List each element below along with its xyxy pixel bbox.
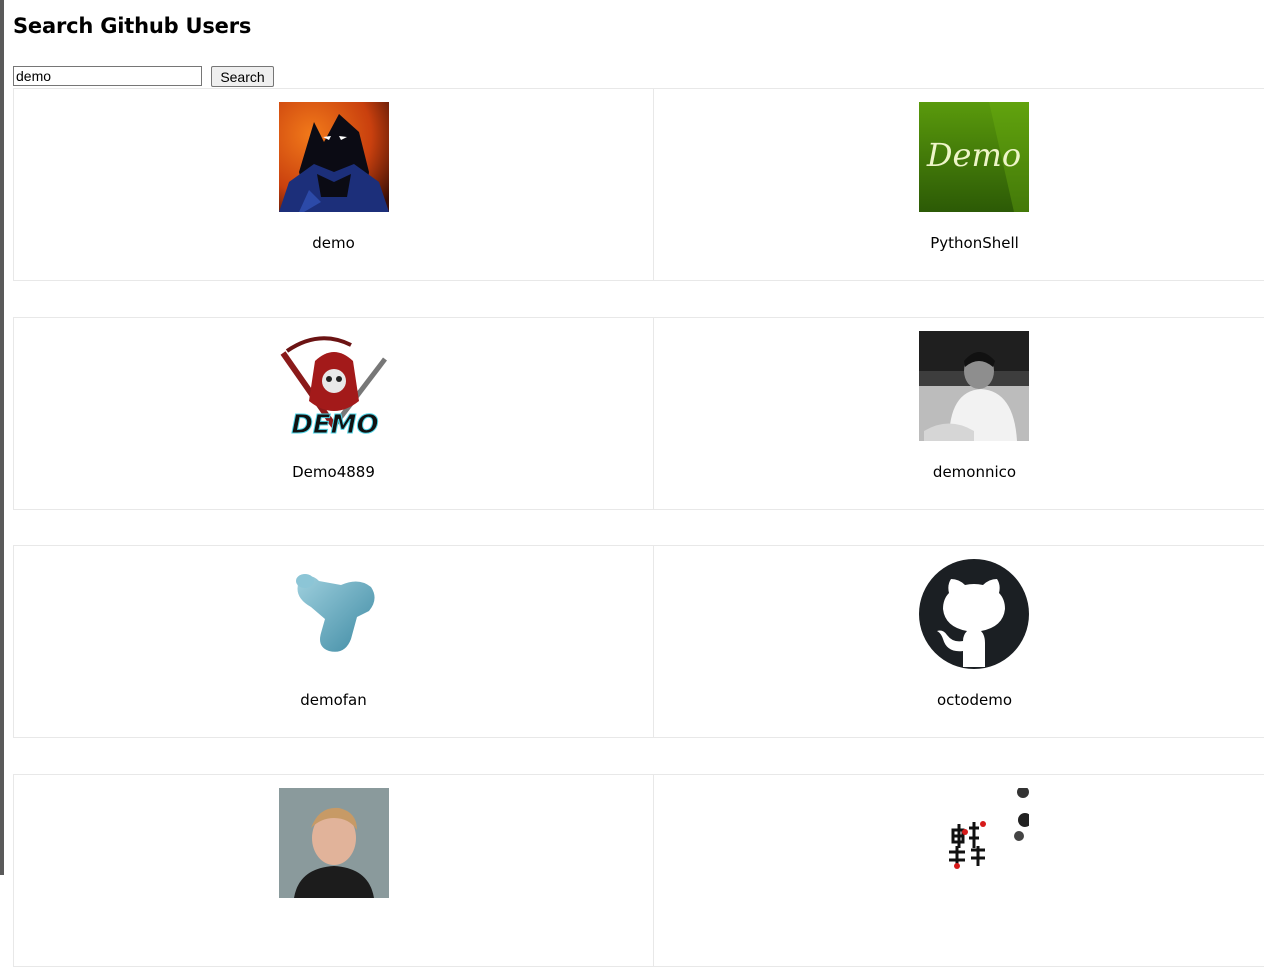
user-card[interactable] [13, 775, 654, 966]
user-login[interactable]: demo [14, 234, 653, 252]
search-button[interactable]: Search [211, 66, 274, 87]
page-title: Search Github Users [13, 14, 252, 38]
user-login[interactable]: Demo4889 [14, 463, 653, 481]
window-edge [0, 0, 4, 875]
svg-text:Demo: Demo [926, 136, 1021, 174]
person-photo-avatar[interactable] [919, 331, 1029, 441]
user-login[interactable]: octodemo [654, 691, 1264, 709]
demo-text-avatar[interactable]: Demo [919, 102, 1029, 212]
puzzle-shape-avatar[interactable] [279, 559, 389, 669]
user-login[interactable]: demofan [14, 691, 653, 709]
reaper-logo-avatar[interactable]: DEMO [279, 331, 389, 441]
user-row: demo Demo PythonShell [13, 88, 1264, 281]
user-login[interactable]: PythonShell [654, 234, 1264, 252]
user-row [13, 774, 1264, 967]
batman-avatar[interactable] [279, 102, 389, 212]
user-row: DEMO Demo4889 demonnico [13, 317, 1264, 510]
user-login[interactable]: demonnico [654, 463, 1264, 481]
user-card[interactable]: DEMO Demo4889 [13, 318, 654, 509]
user-card[interactable]: demonnico [654, 318, 1264, 509]
user-card[interactable] [654, 775, 1264, 966]
user-card[interactable]: octodemo [654, 546, 1264, 737]
svg-text:DEMO: DEMO [291, 410, 378, 440]
user-card[interactable]: Demo PythonShell [654, 89, 1264, 280]
person-photo-avatar[interactable] [279, 788, 389, 898]
github-octocat-avatar[interactable] [919, 559, 1029, 669]
user-card[interactable]: demofan [13, 546, 654, 737]
search-input[interactable] [13, 66, 202, 86]
chinese-calligraphy-avatar[interactable] [919, 788, 1029, 898]
user-card[interactable]: demo [13, 89, 654, 280]
user-row: demofan octodemo [13, 545, 1264, 738]
